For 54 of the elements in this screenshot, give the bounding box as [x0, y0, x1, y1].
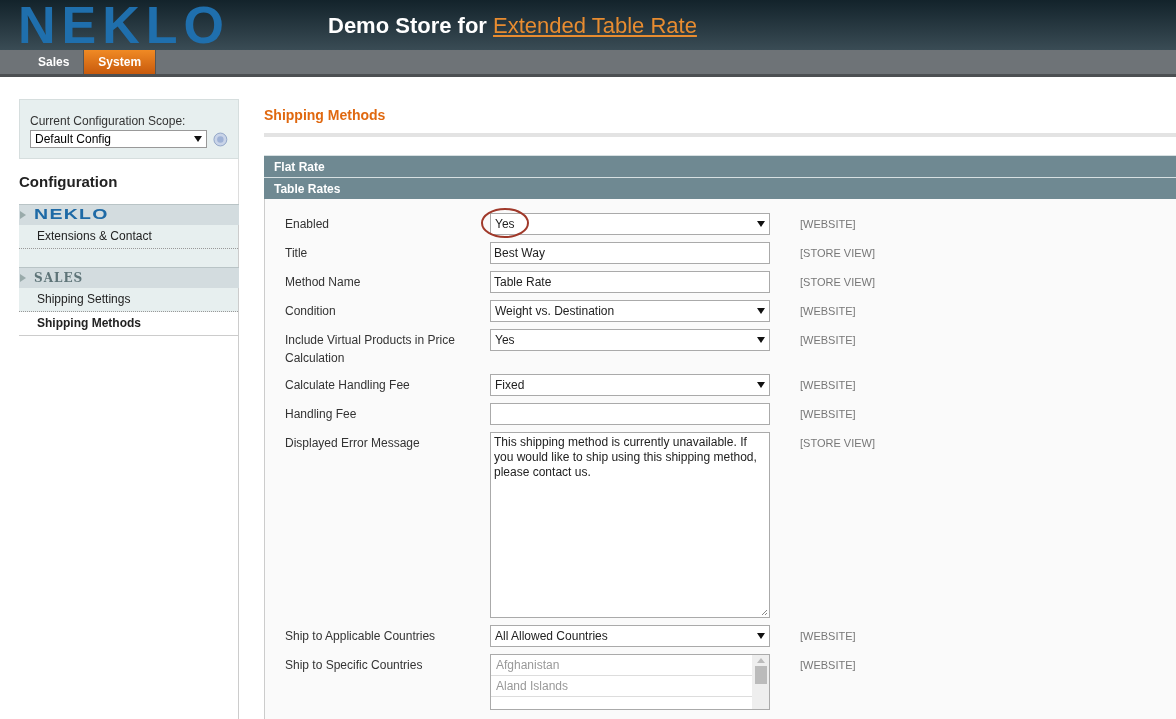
field-label: Ship to Applicable Countries [285, 628, 437, 645]
caret-icon [757, 308, 765, 314]
expand-arrow-icon [20, 273, 26, 282]
scope-note: [WEBSITE] [800, 378, 856, 393]
caret-icon [757, 382, 765, 388]
select-field[interactable]: Fixed [490, 374, 770, 396]
field-label: Displayed Error Message [285, 435, 421, 452]
scope-label: Current Configuration Scope: [30, 113, 187, 130]
field-label: Condition [285, 303, 337, 320]
group-header[interactable]: SALES [19, 266, 239, 288]
select-field[interactable]: Weight vs. Destination [490, 300, 770, 322]
field-label: Handling Fee [285, 406, 358, 423]
scope-note: [WEBSITE] [800, 217, 856, 232]
help-icon[interactable] [213, 131, 228, 147]
text-field[interactable]: Table Rate [490, 271, 770, 293]
field-label: Enabled [285, 216, 331, 233]
resize-grip-icon [760, 608, 768, 616]
scope-note: [WEBSITE] [800, 407, 856, 422]
textarea-field[interactable]: This shipping method is currently unavailable. If you would like to ship using this shipping method, please contact us. [490, 432, 770, 618]
caret-icon [757, 633, 765, 639]
select-field[interactable]: Yes [490, 329, 770, 351]
scope-note: [STORE VIEW] [800, 436, 875, 451]
scope-note: [WEBSITE] [800, 333, 856, 348]
field-label: Include Virtual Products in Price Calculation [285, 332, 456, 367]
store-title: Demo Store for Extended Table Rate [328, 11, 697, 40]
text-field[interactable] [490, 403, 770, 425]
text-field[interactable]: Best Way [490, 242, 770, 264]
section-header[interactable]: Flat Rate [264, 155, 1176, 177]
field-label: Title [285, 245, 309, 262]
field-label: Calculate Handling Fee [285, 377, 411, 394]
scope-note: [STORE VIEW] [800, 246, 875, 261]
scrollbar[interactable] [752, 655, 769, 709]
select-field[interactable]: All Allowed Countries [490, 625, 770, 647]
group-header[interactable]: NEKLO [19, 203, 239, 225]
field-label: Ship to Specific Countries [285, 657, 424, 674]
expand-arrow-icon [20, 210, 26, 219]
section-header[interactable]: Table Rates [264, 177, 1176, 199]
sidebar-item[interactable]: Shipping Settings [19, 287, 238, 312]
caret-icon [757, 337, 765, 343]
scope-select[interactable]: Default Config [30, 130, 208, 148]
caret-icon [194, 136, 203, 142]
scope-note: [WEBSITE] [800, 658, 856, 673]
logo: NEKLO [18, 3, 231, 47]
caret-icon [757, 221, 765, 227]
sidebar-item[interactable]: Shipping Methods [19, 311, 238, 336]
scope-note: [WEBSITE] [800, 629, 856, 644]
field-label: Method Name [285, 274, 362, 291]
select-field[interactable]: Yes [490, 213, 770, 235]
scope-note: [STORE VIEW] [800, 275, 875, 290]
store-link[interactable]: Extended Table Rate [493, 12, 697, 38]
page-title: Shipping Methods [264, 99, 1176, 137]
scope-note: [WEBSITE] [800, 304, 856, 319]
scroll-up-icon[interactable] [756, 658, 765, 663]
configuration-heading: Configuration [19, 159, 239, 204]
